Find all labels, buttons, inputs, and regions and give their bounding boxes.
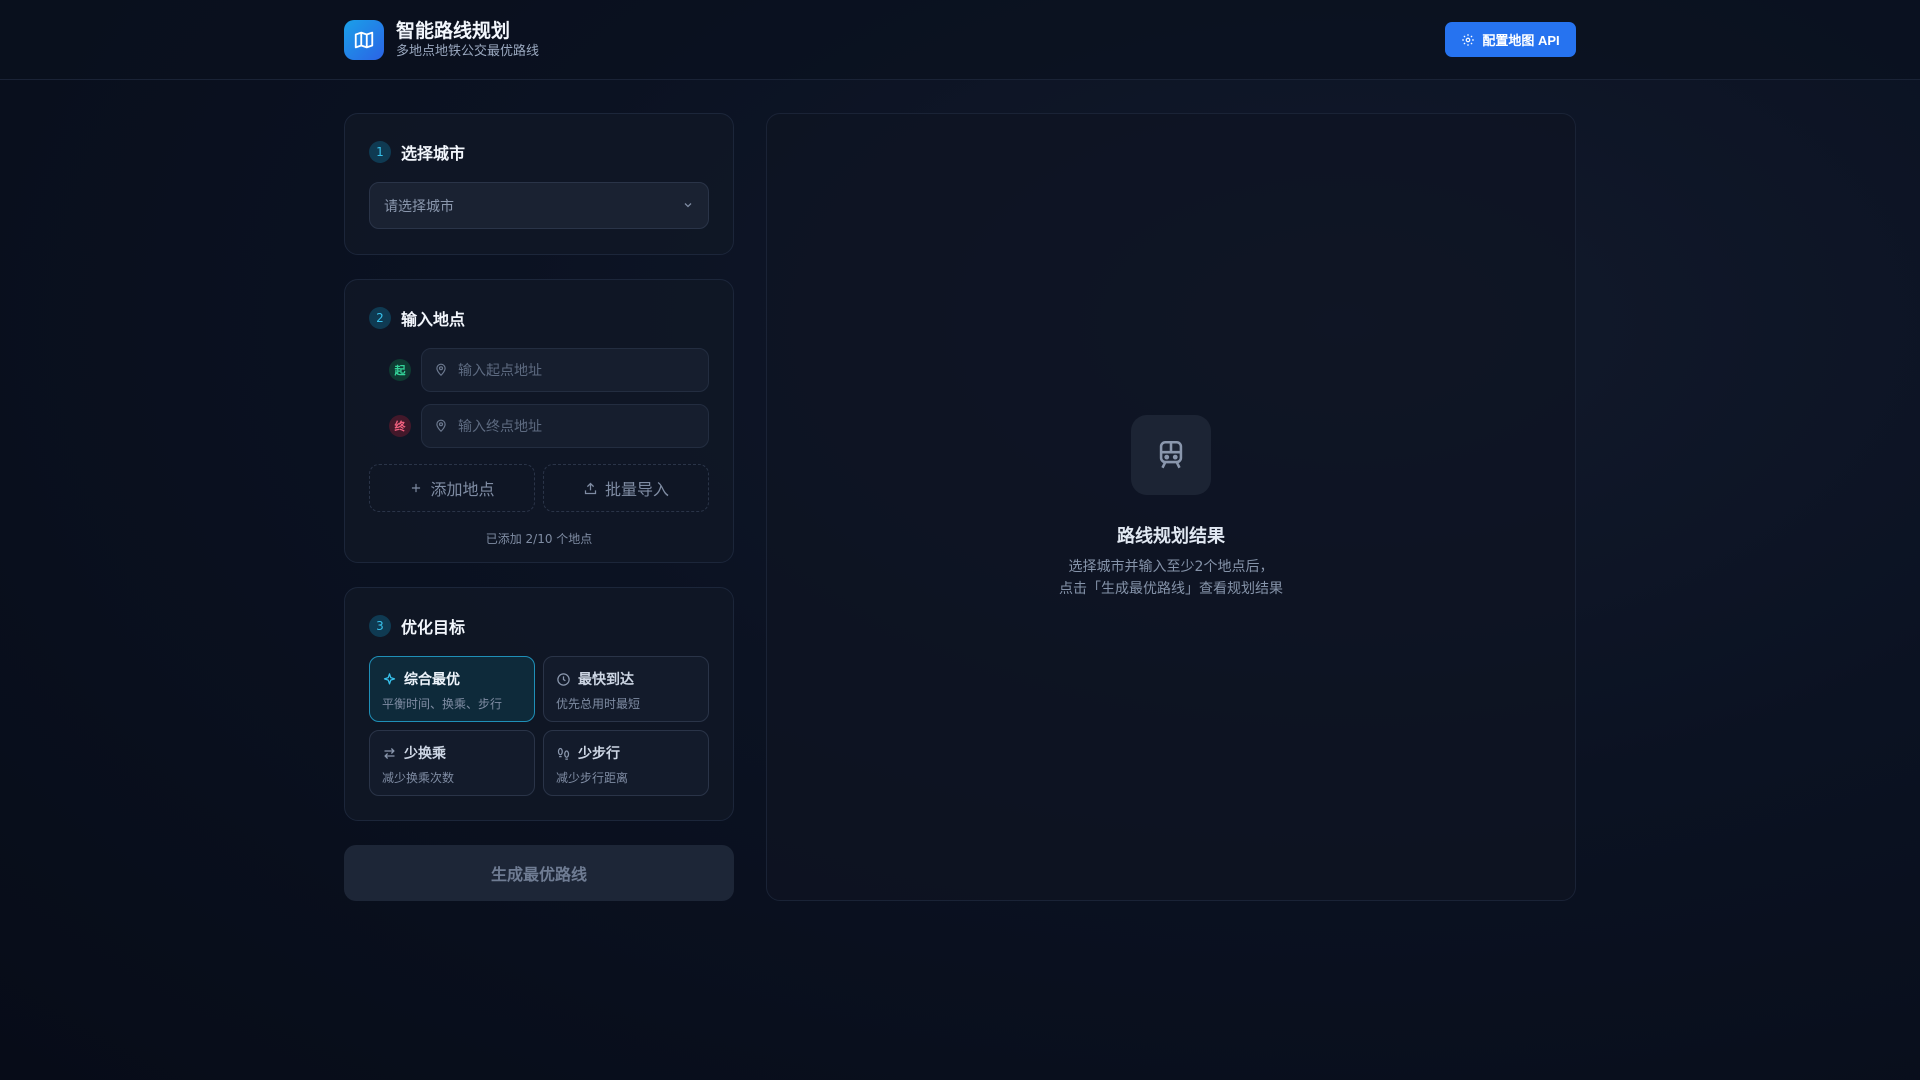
app-subtitle: 多地点地铁公交最优路线 xyxy=(396,44,540,59)
goal-name: 综合最优 xyxy=(404,672,460,688)
locations-card: 2 输入地点 起 输入起点地址 终 输入终点地址 添加地点 批量导入 已添加 2… xyxy=(344,279,734,563)
goal-desc: 优先总用时最短 xyxy=(556,697,641,711)
goal-less-walking[interactable]: 少步行 减少步行距离 xyxy=(543,730,709,796)
footprints-icon xyxy=(557,747,570,760)
goal-desc: 减少换乘次数 xyxy=(382,771,455,785)
city-card: 1 选择城市 请选择城市 xyxy=(344,113,734,255)
start-location-placeholder: 输入起点地址 xyxy=(458,363,542,379)
gear-icon xyxy=(1462,33,1475,46)
locations-card-title: 输入地点 xyxy=(401,310,466,329)
clock-icon xyxy=(557,672,570,686)
goals-card-title: 优化目标 xyxy=(401,618,466,637)
goal-name: 少步行 xyxy=(578,746,620,762)
result-description: 选择城市并输入至少2个地点后， 点击「生成最优路线」查看规划结果 xyxy=(767,556,1575,600)
result-title: 路线规划结果 xyxy=(1117,526,1225,547)
add-location-label: 添加地点 xyxy=(430,480,495,499)
configure-api-button[interactable]: 配置地图 API xyxy=(1445,22,1576,57)
end-location-input[interactable]: 输入终点地址 xyxy=(421,404,709,448)
goal-name: 最快到达 xyxy=(578,672,634,688)
generate-route-button[interactable]: 生成最优路线 xyxy=(344,845,734,901)
brand: 智能路线规划 多地点地铁公交最优路线 xyxy=(344,20,539,60)
goal-fastest[interactable]: 最快到达 优先总用时最短 xyxy=(543,656,709,722)
app-title: 智能路线规划 xyxy=(396,20,511,42)
app-header: 智能路线规划 多地点地铁公交最优路线 配置地图 API xyxy=(0,0,1920,80)
goal-desc: 减少步行距离 xyxy=(556,771,629,785)
train-icon xyxy=(1131,415,1211,495)
upload-icon xyxy=(584,482,597,494)
end-location-placeholder: 输入终点地址 xyxy=(458,419,542,435)
step-number: 3 xyxy=(369,615,391,637)
result-desc-line: 点击「生成最优路线」查看规划结果 xyxy=(1059,581,1283,597)
result-panel: 路线规划结果 选择城市并输入至少2个地点后， 点击「生成最优路线」查看规划结果 xyxy=(766,113,1576,901)
map-icon xyxy=(344,20,384,60)
goal-name: 少换乘 xyxy=(404,746,446,762)
city-card-title: 选择城市 xyxy=(401,144,466,163)
start-badge: 起 xyxy=(389,359,411,381)
batch-import-button[interactable]: 批量导入 xyxy=(543,464,709,512)
goals-card: 3 优化目标 综合最优 平衡时间、换乘、步行 最快到达 优先总用时最短 少换乘 … xyxy=(344,587,734,821)
end-location-row: 终 输入终点地址 xyxy=(389,404,709,448)
goal-fewer-transfers[interactable]: 少换乘 减少换乘次数 xyxy=(369,730,535,796)
start-location-input[interactable]: 输入起点地址 xyxy=(421,348,709,392)
result-desc-line: 选择城市并输入至少2个地点后， xyxy=(1068,559,1274,575)
step-number: 2 xyxy=(369,307,391,329)
end-badge: 终 xyxy=(389,415,411,437)
goal-balanced[interactable]: 综合最优 平衡时间、换乘、步行 xyxy=(369,656,535,722)
location-pin-icon xyxy=(436,363,446,377)
city-select[interactable]: 请选择城市 xyxy=(369,182,709,229)
goal-desc: 平衡时间、换乘、步行 xyxy=(382,697,503,711)
city-select-placeholder: 请选择城市 xyxy=(384,198,454,215)
batch-import-label: 批量导入 xyxy=(604,480,669,499)
plus-icon xyxy=(412,483,421,493)
configure-api-label: 配置地图 API xyxy=(1482,33,1560,48)
step-number: 1 xyxy=(369,141,391,163)
location-count: 已添加 2/10 个地点 xyxy=(485,532,593,546)
location-pin-icon xyxy=(436,419,446,433)
chevron-down-icon xyxy=(684,203,692,208)
sparkle-icon xyxy=(383,672,396,684)
swap-icon xyxy=(384,747,395,759)
add-location-button[interactable]: 添加地点 xyxy=(369,464,535,512)
start-location-row: 起 输入起点地址 xyxy=(389,348,709,392)
